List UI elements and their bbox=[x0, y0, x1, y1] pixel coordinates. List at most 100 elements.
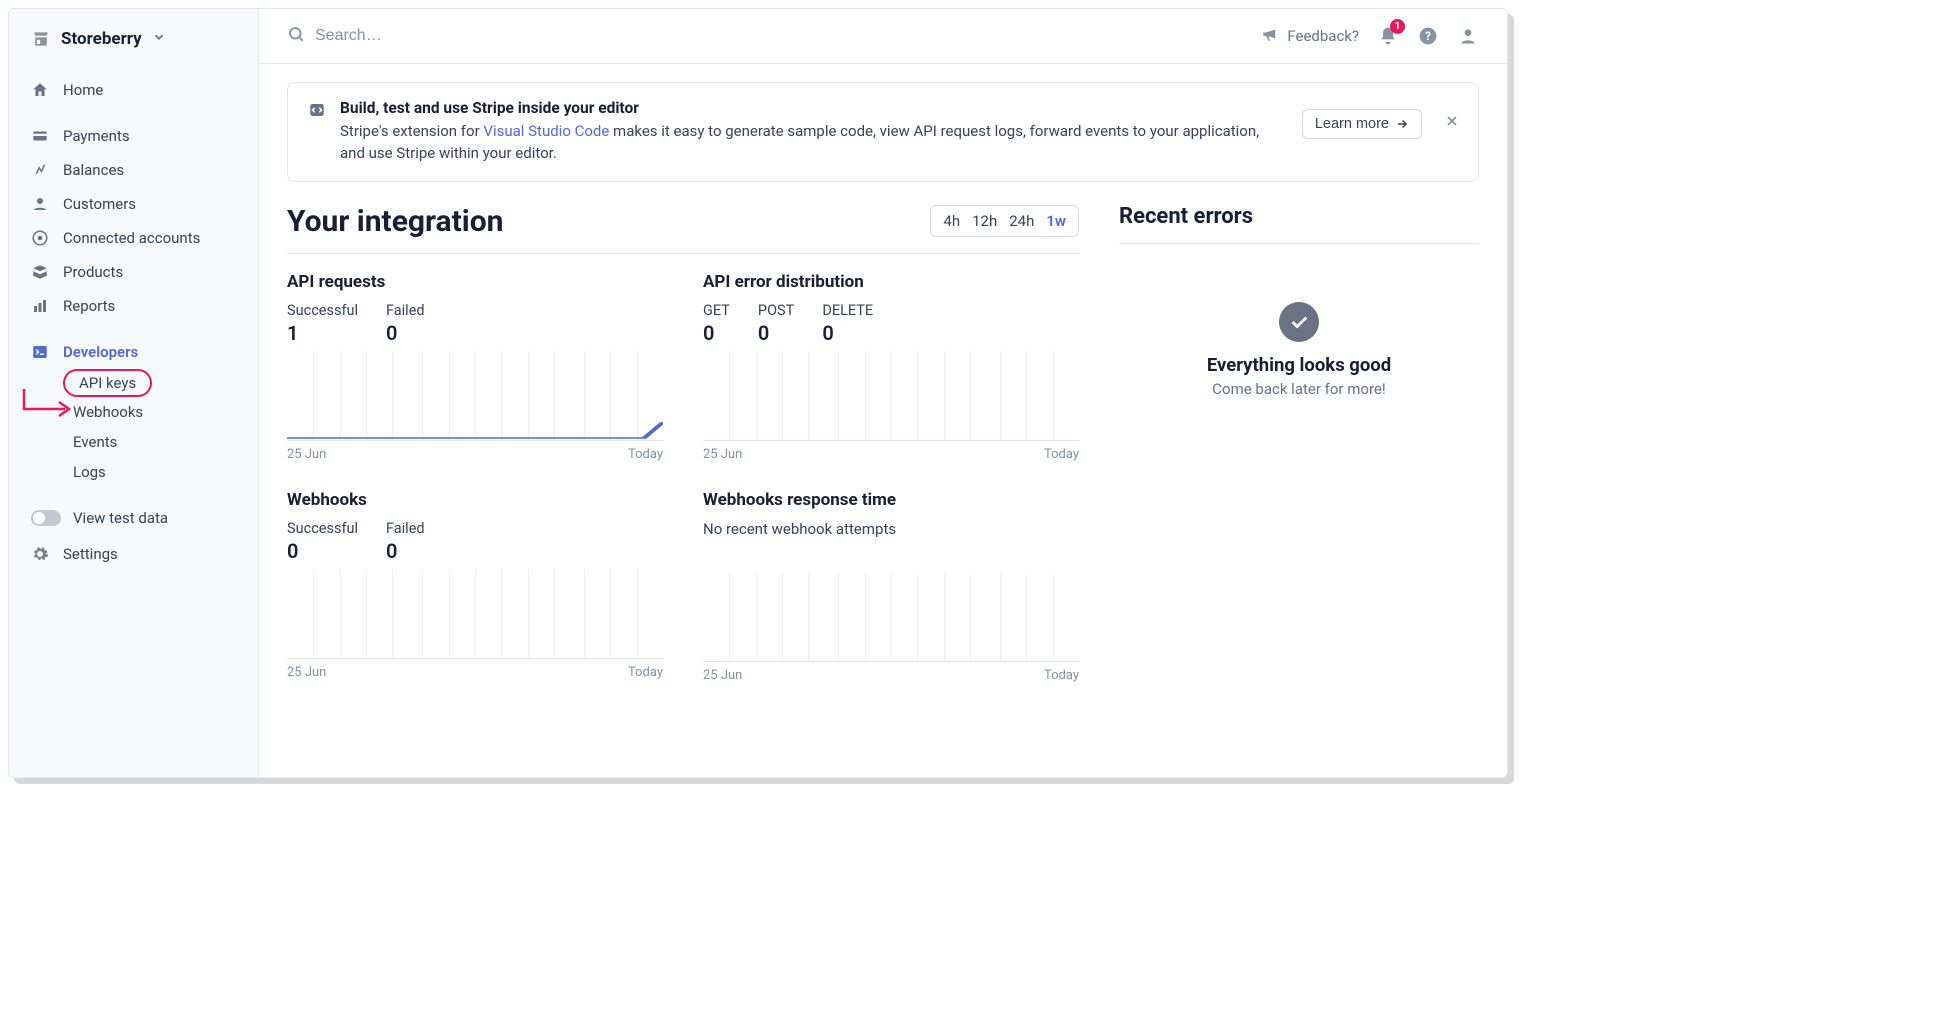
payments-icon bbox=[31, 127, 49, 145]
main: Feedback? 1 ? Build, bbox=[259, 9, 1507, 777]
account-name: Storeberry bbox=[61, 29, 142, 49]
reports-icon bbox=[31, 297, 49, 315]
test-data-toggle-row[interactable]: View test data bbox=[9, 499, 258, 537]
sidebar-item-developers[interactable]: Developers bbox=[9, 335, 258, 369]
widget-title: API requests bbox=[287, 272, 663, 292]
time-range-1w[interactable]: 1w bbox=[1046, 212, 1066, 230]
sidebar-item-customers[interactable]: Customers bbox=[9, 187, 258, 221]
terminal-icon bbox=[31, 343, 49, 361]
sidebar-item-events[interactable]: Events bbox=[63, 427, 258, 457]
balances-icon bbox=[31, 161, 49, 179]
axis-start: 25 Jun bbox=[287, 447, 326, 462]
sidebar-item-home[interactable]: Home bbox=[9, 73, 258, 107]
sidebar-item-settings[interactable]: Settings bbox=[9, 537, 258, 571]
promo-banner: Build, test and use Stripe inside your e… bbox=[287, 82, 1479, 182]
toggle-switch[interactable] bbox=[31, 510, 61, 526]
sidebar-item-logs[interactable]: Logs bbox=[63, 457, 258, 487]
sidebar-item-label: Events bbox=[73, 433, 117, 451]
search-icon bbox=[287, 25, 305, 47]
time-range-4h[interactable]: 4h bbox=[943, 212, 960, 230]
sidebar-item-reports[interactable]: Reports bbox=[9, 289, 258, 323]
sidebar-item-label: Home bbox=[63, 81, 103, 99]
sidebar-item-label: Payments bbox=[63, 127, 130, 145]
topbar: Feedback? 1 ? bbox=[259, 9, 1507, 64]
notifications-button[interactable]: 1 bbox=[1377, 25, 1399, 47]
widget-webhook-response: Webhooks response time No recent webhook… bbox=[703, 490, 1079, 683]
widget-api-errors: API error distribution GET0 POST0 DELETE… bbox=[703, 272, 1079, 462]
sidebar-item-label: Logs bbox=[73, 463, 106, 481]
products-icon bbox=[31, 263, 49, 281]
code-icon bbox=[308, 101, 326, 123]
toggle-label: View test data bbox=[73, 509, 168, 527]
app-window: Storeberry Home Payments Balances bbox=[8, 8, 1508, 778]
panel-title: Recent errors bbox=[1119, 204, 1253, 229]
sidebar-item-label: Reports bbox=[63, 297, 115, 315]
page-title: Your integration bbox=[287, 204, 503, 239]
metric-label: Failed bbox=[386, 302, 425, 319]
account-switcher[interactable]: Storeberry bbox=[9, 9, 258, 69]
store-icon bbox=[31, 29, 51, 49]
metric-label: Successful bbox=[287, 302, 358, 319]
close-icon[interactable] bbox=[1444, 113, 1460, 129]
widget-webhooks: Webhooks Successful0 Failed0 25 Jun Toda… bbox=[287, 490, 663, 683]
sidebar-item-label: Connected accounts bbox=[63, 229, 200, 247]
time-range-12h[interactable]: 12h bbox=[972, 212, 997, 230]
search-input[interactable] bbox=[315, 27, 715, 45]
banner-link[interactable]: Visual Studio Code bbox=[483, 122, 609, 140]
topbar-right: Feedback? 1 ? bbox=[1261, 25, 1479, 47]
sidebar-item-label: Balances bbox=[63, 161, 124, 179]
sidebar-item-payments[interactable]: Payments bbox=[9, 119, 258, 153]
banner-text: Stripe's extension for Visual Studio Cod… bbox=[340, 121, 1280, 165]
banner-body: Build, test and use Stripe inside your e… bbox=[340, 99, 1280, 165]
content: Build, test and use Stripe inside your e… bbox=[259, 64, 1507, 701]
time-range-toggle[interactable]: 4h 12h 24h 1w bbox=[930, 205, 1079, 237]
widget-title: Webhooks response time bbox=[703, 490, 1079, 510]
axis-end: Today bbox=[628, 447, 663, 462]
check-circle-icon bbox=[1279, 302, 1319, 342]
widget-title: Webhooks bbox=[287, 490, 663, 510]
chart-webhook-response bbox=[703, 572, 1079, 662]
metric-value: 1 bbox=[287, 321, 358, 345]
sidebar-item-products[interactable]: Products bbox=[9, 255, 258, 289]
widget-title: API error distribution bbox=[703, 272, 1079, 292]
customers-icon bbox=[31, 195, 49, 213]
sidebar-item-webhooks[interactable]: Webhooks bbox=[63, 397, 258, 427]
feedback-button[interactable]: Feedback? bbox=[1261, 25, 1359, 47]
sidebar-item-label: API keys bbox=[79, 374, 136, 392]
sidebar: Storeberry Home Payments Balances bbox=[9, 9, 259, 777]
errors-ok-state: Everything looks good Come back later fo… bbox=[1119, 262, 1479, 398]
notification-badge: 1 bbox=[1390, 19, 1405, 34]
connected-icon bbox=[31, 229, 49, 247]
metric-value: 0 bbox=[386, 321, 425, 345]
banner-title: Build, test and use Stripe inside your e… bbox=[340, 99, 1280, 117]
gear-icon bbox=[31, 545, 49, 563]
chart-webhooks bbox=[287, 569, 663, 659]
search[interactable] bbox=[287, 25, 1261, 47]
time-range-24h[interactable]: 24h bbox=[1009, 212, 1034, 230]
sidebar-item-balances[interactable]: Balances bbox=[9, 153, 258, 187]
profile-button[interactable] bbox=[1457, 25, 1479, 47]
home-icon bbox=[31, 81, 49, 99]
sidebar-nav: Home Payments Balances Customers Conne bbox=[9, 69, 258, 571]
widget-api-requests: API requests Successful 1 Failed 0 bbox=[287, 272, 663, 462]
sidebar-item-connected[interactable]: Connected accounts bbox=[9, 221, 258, 255]
sidebar-item-label: Webhooks bbox=[73, 403, 143, 421]
feedback-label: Feedback? bbox=[1287, 27, 1359, 45]
learn-more-button[interactable]: Learn more bbox=[1302, 109, 1422, 139]
sidebar-item-label: Developers bbox=[63, 343, 138, 361]
sidebar-item-label: Customers bbox=[63, 195, 136, 213]
recent-errors-panel: Recent errors Everything looks good Come… bbox=[1119, 204, 1479, 683]
integration-panel: Your integration 4h 12h 24h 1w API reque… bbox=[287, 204, 1079, 683]
sidebar-item-api-keys[interactable]: API keys bbox=[63, 369, 152, 397]
widget-note: No recent webhook attempts bbox=[703, 520, 1079, 538]
chart-api-errors bbox=[703, 351, 1079, 441]
sidebar-item-label: Settings bbox=[63, 545, 118, 563]
ok-title: Everything looks good bbox=[1119, 354, 1479, 376]
help-button[interactable]: ? bbox=[1417, 25, 1439, 47]
developers-subnav: API keys Webhooks Events Logs bbox=[9, 369, 258, 487]
chart-api-requests bbox=[287, 351, 663, 441]
megaphone-icon bbox=[1261, 25, 1279, 47]
ok-sub: Come back later for more! bbox=[1119, 380, 1479, 398]
chevron-down-icon bbox=[152, 29, 166, 49]
sidebar-item-label: Products bbox=[63, 263, 123, 281]
